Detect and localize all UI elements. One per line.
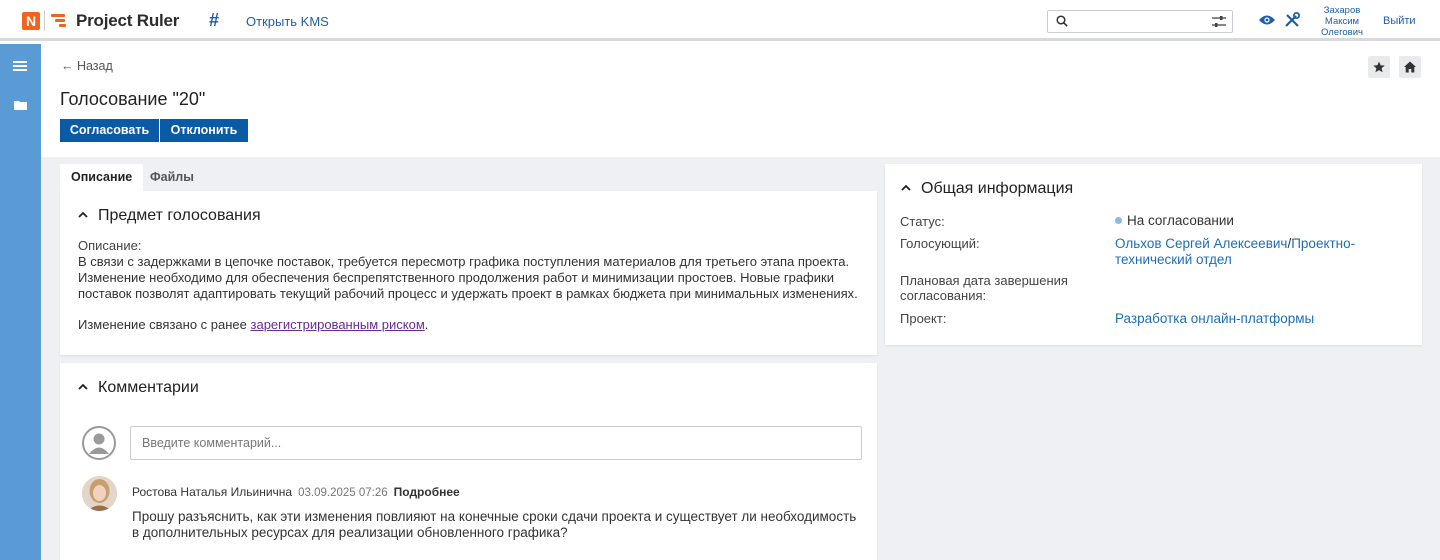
registered-risk-link[interactable]: зарегистрированным риском: [251, 317, 425, 332]
voter-value: Ольхов Сергей Алексеевич/Проектно-технич…: [1115, 236, 1395, 268]
voting-subject-header[interactable]: Предмет голосования: [78, 207, 261, 225]
search-input[interactable]: [1047, 10, 1233, 33]
filter-icon[interactable]: [1212, 15, 1226, 28]
due-date-label: Плановая дата завершения согласования:: [900, 273, 1068, 303]
approve-button[interactable]: Согласовать: [60, 119, 159, 142]
user-name-link[interactable]: Захаров Максим Олегович: [1318, 5, 1366, 38]
left-sidebar: [0, 44, 41, 560]
status-dot-icon: [1115, 217, 1122, 224]
page-title: Голосование "20": [60, 89, 206, 109]
user-avatar-icon[interactable]: [82, 476, 117, 511]
related-risk-suffix: .: [424, 317, 429, 332]
general-info-card: Общая информация Статус: На согласовании…: [885, 164, 1422, 345]
page-header: ← Назад Голосование "20" Согласовать Отк…: [41, 44, 1440, 157]
reject-button[interactable]: Отклонить: [160, 119, 248, 142]
top-bar: N Project Ruler # Открыть KMS Захаров Ма…: [0, 0, 1440, 41]
project-label: Проект:: [900, 311, 947, 326]
star-icon: [1373, 61, 1385, 73]
comment-input[interactable]: [130, 426, 862, 460]
comment-text: Прошу разъяснить, как эти изменения повл…: [132, 509, 857, 540]
chevron-up-icon: [78, 211, 88, 218]
related-risk-line: Изменение связано с ранее зарегистрирова…: [78, 317, 428, 332]
open-kms-link[interactable]: Открыть KMS: [246, 14, 329, 29]
comment-date: 03.09.2025 07:26: [298, 487, 388, 499]
general-info-header[interactable]: Общая информация: [901, 180, 1073, 198]
logo-icon[interactable]: N: [22, 12, 40, 30]
current-user-avatar-icon: [82, 426, 116, 460]
status-label: Статус:: [900, 214, 945, 229]
home-button[interactable]: [1399, 56, 1421, 78]
logo-divider: [44, 11, 45, 31]
comments-header[interactable]: Комментарии: [78, 379, 199, 397]
comments-card: Комментарии Ростова Наталья Ильинична 03.…: [60, 363, 877, 560]
search-icon: [1056, 15, 1068, 27]
folder-icon[interactable]: [14, 100, 27, 110]
comment-more-link[interactable]: Подробнее: [394, 485, 460, 499]
voter-label: Голосующий:: [900, 236, 980, 251]
status-value: На согласовании: [1127, 213, 1234, 228]
chevron-up-icon: [901, 184, 911, 191]
description-text: В связи с задержками в цепочке поставок,…: [78, 254, 858, 301]
back-link[interactable]: ← Назад: [61, 59, 113, 73]
voting-subject-title: Предмет голосования: [98, 207, 261, 224]
related-risk-prefix: Изменение связано с ранее: [78, 317, 251, 332]
tools-icon[interactable]: [1284, 12, 1300, 28]
home-icon: [1404, 61, 1416, 73]
menu-icon[interactable]: [13, 61, 27, 72]
app-title[interactable]: Project Ruler: [76, 11, 179, 31]
project-ruler-logo-icon: [51, 13, 67, 29]
project-link[interactable]: Разработка онлайн-платформы: [1115, 311, 1314, 326]
logout-link[interactable]: Выйти: [1383, 15, 1416, 27]
hash-icon[interactable]: #: [209, 10, 219, 31]
general-info-title: Общая информация: [921, 180, 1074, 197]
chevron-up-icon: [78, 383, 88, 390]
favorite-button[interactable]: [1368, 56, 1390, 78]
description-label: Описание:: [78, 238, 142, 253]
comments-title: Комментарии: [98, 379, 199, 396]
project-value: Разработка онлайн-платформы: [1115, 311, 1314, 327]
tab-description[interactable]: Описание: [60, 164, 144, 191]
comment-author[interactable]: Ростова Наталья Ильинична: [132, 485, 292, 499]
comment-meta: Ростова Наталья Ильинична 03.09.2025 07:2…: [132, 485, 460, 499]
tab-files[interactable]: Файлы: [139, 164, 205, 191]
status-badge: На согласовании: [1115, 213, 1234, 229]
eye-icon[interactable]: [1259, 14, 1275, 26]
voting-subject-card: Предмет голосования Описание: В связи с …: [60, 191, 877, 355]
voter-name-link[interactable]: Ольхов Сергей Алексеевич: [1115, 236, 1287, 251]
